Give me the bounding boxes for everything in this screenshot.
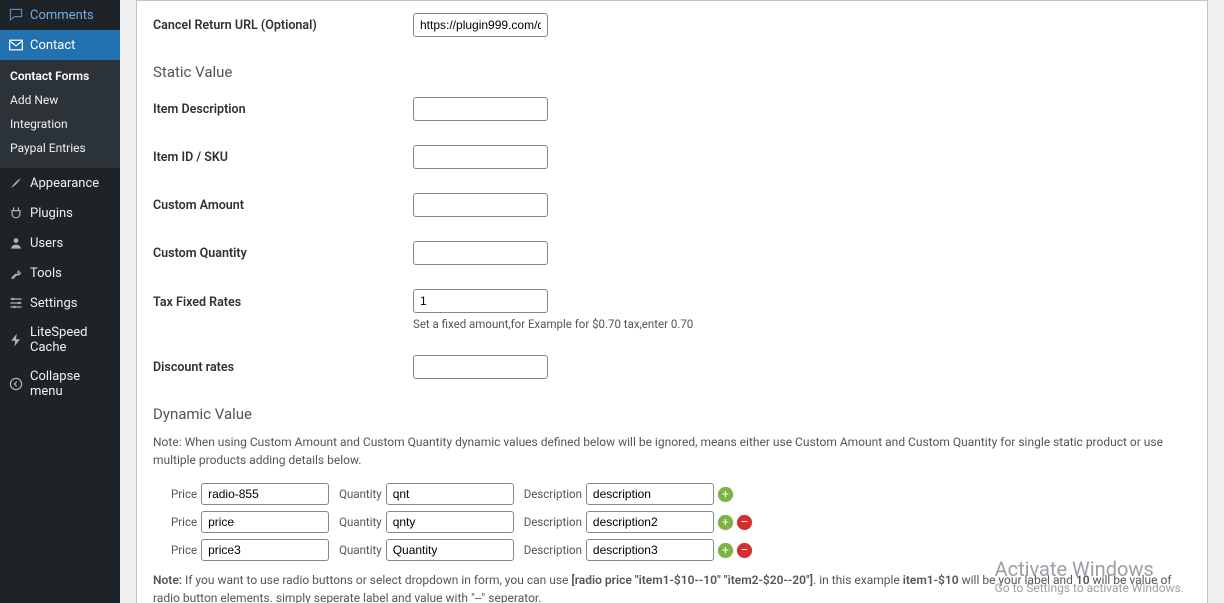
description-input[interactable] (586, 511, 714, 533)
sidebar-item-label: Contact (30, 38, 75, 53)
sidebar-item-label: Settings (30, 296, 77, 311)
remove-row-button[interactable]: – (737, 515, 752, 530)
sidebar-item-label: LiteSpeed Cache (30, 325, 112, 355)
settings-panel: Cancel Return URL (Optional) Static Valu… (136, 0, 1208, 603)
sidebar-item-appearance[interactable]: Appearance (0, 168, 120, 198)
sidebar-item-label: Plugins (30, 206, 73, 221)
row-item-description: Item Description (153, 85, 1191, 133)
plug-icon (8, 205, 24, 221)
quantity-label: Quantity (339, 515, 382, 529)
remove-row-button[interactable]: – (737, 543, 752, 558)
sidebar-item-collapse[interactable]: Collapse menu (0, 362, 120, 406)
bottom-note-code: [radio price "item1-$10--10" "item2-$20-… (571, 573, 813, 587)
price-label: Price (171, 515, 197, 529)
item-id-label: Item ID / SKU (153, 150, 413, 165)
discount-input[interactable] (413, 355, 548, 379)
row-custom-quantity: Custom Quantity (153, 229, 1191, 277)
static-value-title: Static Value (153, 63, 1191, 81)
contact-submenu: Contact Forms Add New Integration Paypal… (0, 60, 120, 168)
sidebar-item-label: Collapse menu (30, 369, 112, 399)
price-input[interactable] (201, 483, 329, 505)
item-id-input[interactable] (413, 145, 548, 169)
custom-quantity-input[interactable] (413, 241, 548, 265)
quantity-label: Quantity (339, 487, 382, 501)
sidebar-item-plugins[interactable]: Plugins (0, 198, 120, 228)
comments-icon (8, 7, 24, 23)
row-item-id: Item ID / SKU (153, 133, 1191, 181)
sliders-icon (8, 295, 24, 311)
add-row-button[interactable]: + (718, 515, 733, 530)
tax-helper-text: Set a fixed amount,for Example for $0.70… (413, 317, 693, 331)
sidebar-item-comments[interactable]: Comments (0, 0, 120, 30)
admin-sidebar: Comments Contact Contact Forms Add New I… (0, 0, 120, 603)
bottom-note-bold3: 10 (1076, 573, 1090, 587)
submenu-paypal-entries[interactable]: Paypal Entries (0, 136, 120, 160)
description-label: Description (524, 543, 582, 557)
bottom-note: Note: If you want to use radio buttons o… (153, 571, 1191, 603)
item-description-label: Item Description (153, 102, 413, 117)
bottom-note-text-a: If you want to use radio buttons or sele… (182, 573, 571, 587)
wrench-icon (8, 265, 24, 281)
dynamic-note: Note: When using Custom Amount and Custo… (153, 433, 1191, 469)
sidebar-item-label: Tools (30, 266, 62, 281)
main-content: Cancel Return URL (Optional) Static Valu… (120, 0, 1224, 603)
price-label: Price (171, 487, 197, 501)
submenu-contact-forms[interactable]: Contact Forms (0, 64, 120, 88)
sidebar-item-label: Appearance (30, 176, 99, 191)
sidebar-item-contact[interactable]: Contact (0, 30, 120, 60)
tax-input[interactable] (413, 289, 548, 313)
sidebar-item-label: Users (30, 236, 63, 251)
price-label: Price (171, 543, 197, 557)
discount-label: Discount rates (153, 360, 413, 375)
description-input[interactable] (586, 483, 714, 505)
mail-icon (8, 37, 24, 53)
description-label: Description (524, 515, 582, 529)
dynamic-value-title: Dynamic Value (153, 405, 1191, 423)
submenu-integration[interactable]: Integration (0, 112, 120, 136)
custom-quantity-label: Custom Quantity (153, 246, 413, 261)
row-tax: Tax Fixed Rates Set a fixed amount,for E… (153, 277, 1191, 343)
description-label: Description (524, 487, 582, 501)
dynamic-row: Price Quantity Description + – (165, 511, 1191, 533)
sidebar-item-label: Comments (30, 8, 94, 23)
bottom-note-prefix: Note: (153, 573, 182, 587)
cancel-url-input[interactable] (413, 13, 548, 37)
custom-amount-input[interactable] (413, 193, 548, 217)
dynamic-row: Price Quantity Description + (165, 483, 1191, 505)
user-icon (8, 235, 24, 251)
row-discount: Discount rates (153, 343, 1191, 391)
row-cancel-url: Cancel Return URL (Optional) (153, 1, 1191, 49)
custom-amount-label: Custom Amount (153, 198, 413, 213)
cancel-url-label: Cancel Return URL (Optional) (153, 18, 413, 33)
quantity-label: Quantity (339, 543, 382, 557)
quantity-input[interactable] (386, 483, 514, 505)
bottom-note-bold2: item1-$10 (903, 573, 959, 587)
price-input[interactable] (201, 511, 329, 533)
dynamic-row: Price Quantity Description + – (165, 539, 1191, 561)
sidebar-item-users[interactable]: Users (0, 228, 120, 258)
sidebar-item-tools[interactable]: Tools (0, 258, 120, 288)
submenu-add-new[interactable]: Add New (0, 88, 120, 112)
sidebar-item-litespeed[interactable]: LiteSpeed Cache (0, 318, 120, 362)
tax-label: Tax Fixed Rates (153, 289, 413, 310)
sidebar-item-settings[interactable]: Settings (0, 288, 120, 318)
active-notch (120, 36, 128, 52)
add-row-button[interactable]: + (718, 487, 733, 502)
collapse-icon (8, 376, 24, 392)
add-row-button[interactable]: + (718, 543, 733, 558)
row-custom-amount: Custom Amount (153, 181, 1191, 229)
brush-icon (8, 175, 24, 191)
bolt-icon (8, 332, 24, 348)
item-description-input[interactable] (413, 97, 548, 121)
quantity-input[interactable] (386, 539, 514, 561)
quantity-input[interactable] (386, 511, 514, 533)
bottom-note-text-c: will be your label and (959, 573, 1076, 587)
dynamic-rows: Price Quantity Description + Price Quant… (153, 483, 1191, 561)
price-input[interactable] (201, 539, 329, 561)
bottom-note-text-b: . in this example (813, 573, 903, 587)
description-input[interactable] (586, 539, 714, 561)
